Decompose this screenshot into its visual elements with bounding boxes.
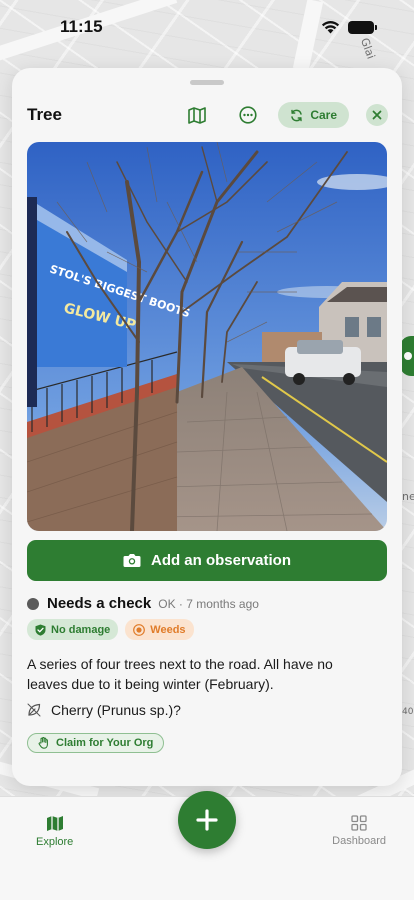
card-header: Tree Care — [27, 100, 388, 130]
add-observation-button[interactable]: Add an observation — [27, 540, 387, 581]
badge-label: Weeds — [150, 623, 186, 636]
plus-icon — [196, 809, 218, 831]
tree-status: Needs a check OK · 7 months ago — [27, 595, 259, 612]
hand-icon — [38, 737, 48, 749]
tab-explore-label: Explore — [36, 836, 74, 848]
status-bar: 11:15 — [0, 0, 414, 54]
wifi-icon — [321, 21, 340, 34]
add-tree-button[interactable] — [178, 791, 236, 849]
species-row[interactable]: Cherry (Prunus sp.)? — [27, 702, 181, 718]
card-title: Tree — [27, 105, 62, 124]
camera-icon — [123, 554, 141, 567]
more-options-button[interactable] — [237, 104, 259, 126]
drag-handle[interactable] — [190, 80, 224, 85]
badge-no-damage: No damage — [27, 619, 119, 640]
tree-detail-card: Tree Care STOL'S BIGGEST BOOTS GLOW UP A… — [12, 68, 402, 786]
claim-label: Claim for Your Org — [56, 737, 154, 749]
refresh-icon — [291, 109, 303, 121]
tab-explore[interactable]: Explore — [36, 815, 73, 848]
close-button[interactable] — [366, 104, 388, 126]
map-street-label: ne — [402, 490, 414, 503]
add-observation-label: Add an observation — [150, 552, 292, 569]
tree-description: A series of four trees next to the road.… — [27, 656, 333, 692]
grid-icon — [351, 815, 367, 831]
leaf-icon — [27, 703, 41, 717]
status-time: 11:15 — [60, 17, 103, 36]
care-label: Care — [310, 108, 337, 122]
map-street-label: 40 — [402, 707, 414, 717]
weed-icon — [133, 623, 146, 636]
close-icon — [372, 110, 382, 120]
battery-icon — [348, 20, 377, 34]
status-meta: OK · 7 months ago — [158, 596, 259, 611]
care-button[interactable]: Care — [278, 102, 349, 128]
condition-badges: No damage Weeds — [27, 619, 194, 640]
claim-for-org-button[interactable]: Claim for Your Org — [27, 733, 165, 753]
ellipsis-circle-icon — [239, 106, 257, 124]
map-icon — [188, 106, 207, 124]
status-label: Needs a check — [47, 595, 152, 612]
tab-dashboard-label: Dashboard — [332, 835, 386, 847]
species-label: Cherry (Prunus sp.)? — [51, 702, 181, 718]
shield-check-icon — [35, 624, 46, 636]
map-tree-pin[interactable] — [400, 336, 414, 376]
status-icons — [321, 20, 377, 34]
status-dot — [27, 597, 39, 610]
tab-dashboard[interactable]: Dashboard — [332, 815, 386, 847]
map-view-button[interactable] — [186, 104, 208, 126]
badge-weeds: Weeds — [125, 619, 194, 640]
badge-label: No damage — [51, 623, 111, 636]
tree-photo[interactable]: STOL'S BIGGEST BOOTS GLOW UP — [27, 142, 387, 531]
map-icon — [46, 816, 63, 831]
